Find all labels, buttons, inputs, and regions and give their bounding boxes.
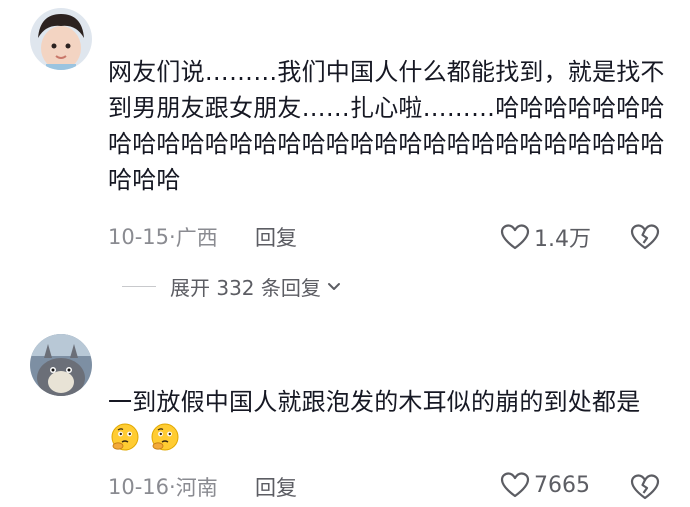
- thinking-face-icon: [151, 423, 179, 451]
- comment-region: 河南: [175, 476, 218, 500]
- avatar[interactable]: [30, 334, 92, 396]
- expand-replies-label: 展开 332 条回复: [170, 276, 321, 300]
- comment-meta: 10-15 · 广西: [108, 222, 218, 252]
- heart-outline-icon: [500, 472, 530, 498]
- like-count: 1.4万: [534, 227, 591, 252]
- broken-heart-icon[interactable]: [630, 473, 660, 501]
- comment-region: 广西: [175, 226, 218, 250]
- comment-date: 10-16: [108, 475, 170, 499]
- comment-date: 10-15: [108, 225, 170, 249]
- broken-heart-icon[interactable]: [630, 223, 660, 251]
- expand-replies-button[interactable]: 展开 332 条回复: [122, 272, 341, 301]
- meta-separator: ·: [169, 225, 176, 249]
- like-button[interactable]: 7665: [500, 471, 590, 499]
- comment-text: 网友们说………我们中国人什么都能找到，就是找不到男朋友跟女朋友……扎心啦………哈…: [108, 58, 665, 194]
- heart-outline-icon: [500, 224, 530, 250]
- comment-meta: 10-16 · 河南: [108, 472, 218, 502]
- meta-separator: ·: [169, 475, 176, 499]
- like-button[interactable]: 1.4万: [500, 221, 591, 253]
- comment-text: 一到放假中国人就跟泡发的木耳似的崩的到处都是: [108, 384, 668, 456]
- comment-item: 一到放假中国人就跟泡发的木耳似的崩的到处都是 10-16 · 河南 回复 766…: [0, 320, 690, 507]
- chevron-down-icon: [327, 282, 340, 290]
- thinking-face-icon: [111, 423, 139, 451]
- comment-item: 网友们说………我们中国人什么都能找到，就是找不到男朋友跟女朋友……扎心啦………哈…: [0, 0, 690, 320]
- reply-button[interactable]: 回复: [255, 222, 297, 252]
- expand-divider: [122, 286, 156, 287]
- like-count: 7665: [534, 472, 590, 498]
- avatar[interactable]: [30, 8, 92, 70]
- reply-button[interactable]: 回复: [255, 472, 297, 502]
- comment-text-content: 一到放假中国人就跟泡发的木耳似的崩的到处都是: [108, 388, 641, 416]
